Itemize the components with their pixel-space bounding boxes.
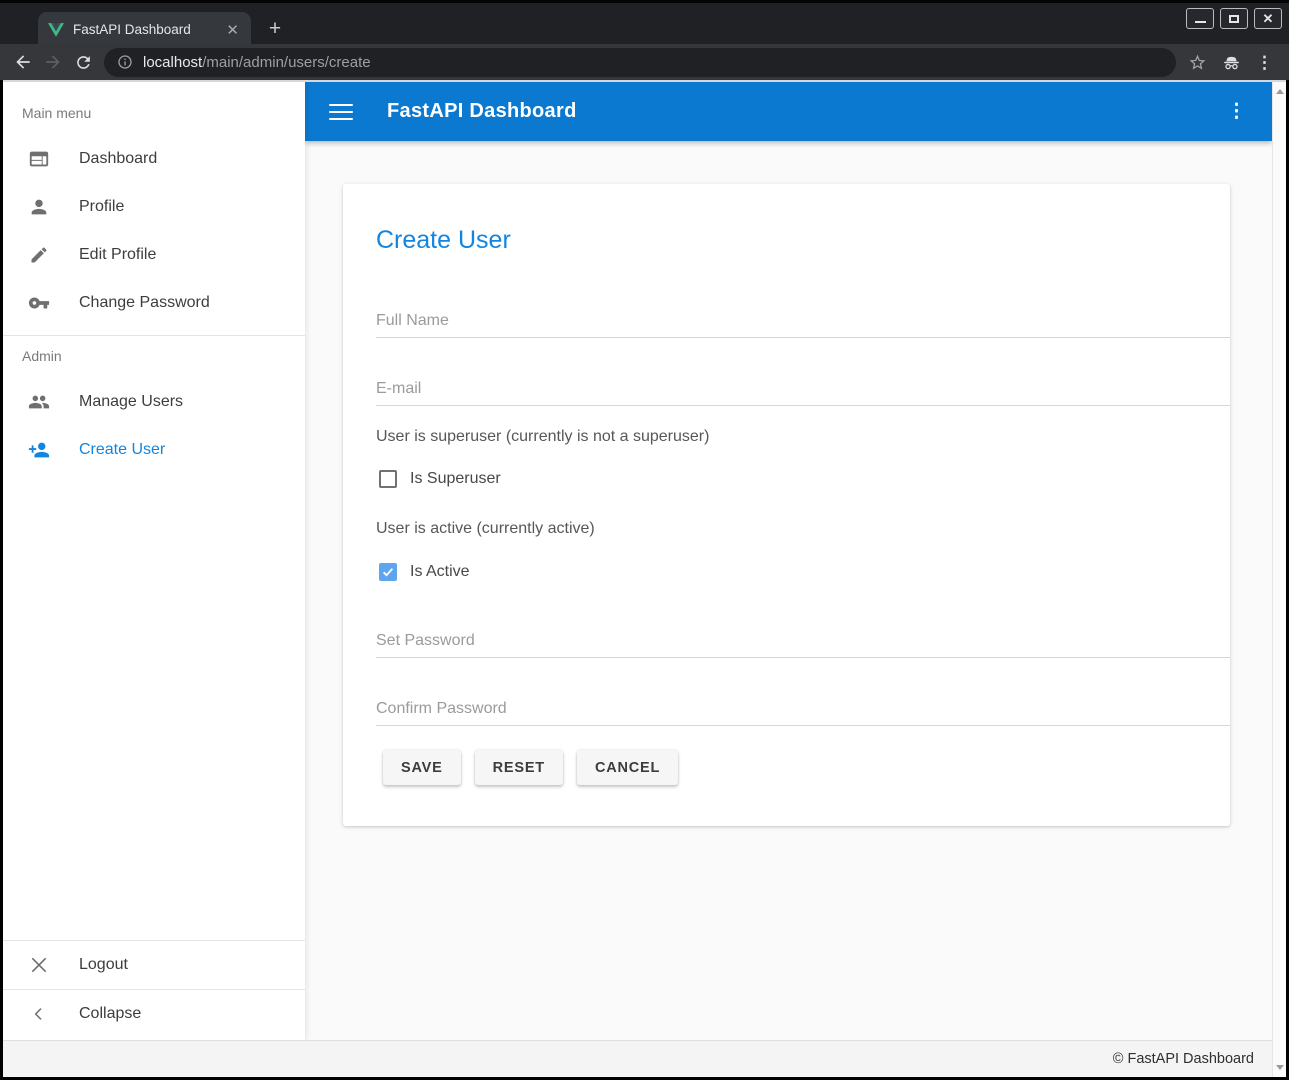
back-button[interactable]: [8, 47, 38, 77]
full-name-field[interactable]: [376, 304, 1230, 338]
browser-toolbar: localhost/main/admin/users/create ⋮: [0, 44, 1289, 80]
url-path: /main/admin/users/create: [202, 54, 370, 71]
vertical-scrollbar[interactable]: [1272, 82, 1286, 1077]
tab-title: FastAPI Dashboard: [73, 22, 224, 37]
browser-window: FastAPI Dashboard ✕ + ✕ localhost/main/a…: [0, 0, 1289, 1080]
window-close-button[interactable]: ✕: [1254, 8, 1282, 29]
close-icon: ✕: [1263, 12, 1274, 25]
sidebar-item-change-password[interactable]: Change Password: [3, 279, 305, 327]
main-area: FastAPI Dashboard ⋮ Create User User is …: [305, 82, 1272, 1040]
page-title: Create User: [376, 226, 511, 255]
sidebar: Main menu Dashboard Profile Edit Profile: [3, 82, 305, 1040]
appbar-kebab-icon[interactable]: ⋮: [1227, 100, 1246, 123]
maximize-icon: [1229, 15, 1239, 23]
sidebar-item-dashboard[interactable]: Dashboard: [3, 135, 305, 183]
content-area: Create User User is superuser (currently…: [305, 141, 1272, 1040]
is-superuser-checkbox[interactable]: [379, 470, 397, 488]
sidebar-item-label: Logout: [79, 956, 128, 974]
sidebar-item-collapse[interactable]: Collapse: [3, 990, 305, 1038]
page: Main menu Dashboard Profile Edit Profile: [3, 80, 1286, 1077]
forward-button[interactable]: [38, 47, 68, 77]
bookmark-star-icon[interactable]: [1188, 53, 1207, 72]
footer: © FastAPI Dashboard: [3, 1040, 1272, 1077]
sidebar-item-label: Dashboard: [79, 150, 157, 168]
cancel-button[interactable]: CANCEL: [577, 750, 678, 785]
scrollbar-down-arrow-icon[interactable]: [1276, 1065, 1284, 1070]
vue-logo-icon: [48, 23, 64, 37]
sidebar-section-main-menu: Main menu: [22, 105, 305, 121]
tab-strip: FastAPI Dashboard ✕ + ✕: [0, 0, 1289, 44]
save-button[interactable]: SAVE: [383, 750, 461, 785]
set-password-field[interactable]: [376, 624, 1230, 658]
url-host: localhost: [143, 54, 202, 71]
window-maximize-button[interactable]: [1220, 8, 1248, 29]
scrollbar-up-arrow-icon[interactable]: [1276, 89, 1284, 94]
pencil-icon: [27, 243, 51, 267]
person-add-icon: [27, 438, 51, 462]
new-tab-button[interactable]: +: [262, 17, 288, 43]
reset-button[interactable]: RESET: [475, 750, 563, 785]
superuser-hint: User is superuser (currently is not a su…: [376, 428, 709, 446]
browser-tab[interactable]: FastAPI Dashboard ✕: [38, 12, 251, 47]
incognito-icon: [1221, 52, 1242, 73]
sidebar-item-edit-profile[interactable]: Edit Profile: [3, 231, 305, 279]
minimize-icon: [1195, 21, 1206, 23]
sidebar-item-label: Create User: [79, 441, 165, 459]
is-active-checkbox-row[interactable]: Is Active: [379, 563, 470, 581]
group-icon: [27, 390, 51, 414]
sidebar-item-profile[interactable]: Profile: [3, 183, 305, 231]
reload-button[interactable]: [68, 47, 98, 77]
person-icon: [27, 195, 51, 219]
sidebar-item-label: Profile: [79, 198, 124, 216]
form-buttons: SAVE RESET CANCEL: [383, 750, 678, 785]
footer-copyright: © FastAPI Dashboard: [1113, 1051, 1254, 1067]
app-title: FastAPI Dashboard: [387, 100, 577, 123]
active-hint: User is active (currently active): [376, 520, 595, 538]
key-icon: [27, 291, 51, 315]
sidebar-item-label: Manage Users: [79, 393, 183, 411]
hamburger-menu-icon[interactable]: [329, 99, 353, 125]
window-controls: ✕: [1186, 8, 1282, 29]
is-active-checkbox[interactable]: [379, 563, 397, 581]
sidebar-divider: [3, 335, 305, 336]
site-info-icon[interactable]: [117, 54, 133, 70]
email-field[interactable]: [376, 372, 1230, 406]
app-bar: FastAPI Dashboard ⋮: [305, 82, 1272, 141]
browser-menu-icon[interactable]: ⋮: [1256, 54, 1273, 71]
sidebar-section-admin: Admin: [22, 348, 305, 364]
dashboard-icon: [27, 147, 51, 171]
sidebar-item-logout[interactable]: Logout: [3, 941, 305, 989]
address-bar[interactable]: localhost/main/admin/users/create: [104, 48, 1176, 77]
toolbar-right: ⋮: [1188, 52, 1273, 73]
sidebar-item-label: Change Password: [79, 294, 210, 312]
sidebar-item-create-user[interactable]: Create User: [3, 426, 305, 474]
sidebar-item-manage-users[interactable]: Manage Users: [3, 378, 305, 426]
window-minimize-button[interactable]: [1186, 8, 1214, 29]
is-superuser-label: Is Superuser: [410, 470, 501, 488]
create-user-card: Create User User is superuser (currently…: [343, 184, 1230, 826]
is-superuser-checkbox-row[interactable]: Is Superuser: [379, 470, 501, 488]
tab-close-icon[interactable]: ✕: [224, 21, 241, 39]
is-active-label: Is Active: [410, 563, 470, 581]
confirm-password-field[interactable]: [376, 692, 1230, 726]
logout-x-icon: [27, 953, 51, 977]
sidebar-bottom: Logout Collapse: [3, 940, 305, 1038]
sidebar-item-label: Edit Profile: [79, 246, 156, 264]
chevron-left-icon: [27, 1002, 51, 1026]
sidebar-item-label: Collapse: [79, 1005, 141, 1023]
